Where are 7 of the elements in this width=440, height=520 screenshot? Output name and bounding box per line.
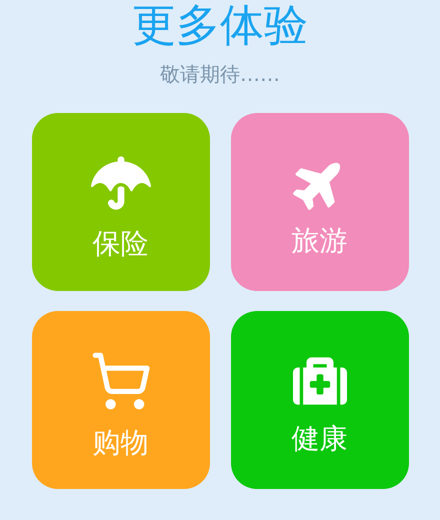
page-subtitle: 敬请期待…… bbox=[160, 61, 280, 88]
feature-tile[interactable]: 健康 bbox=[230, 311, 408, 489]
page-title: 更多体验 bbox=[132, 0, 308, 52]
cart-icon bbox=[90, 350, 152, 412]
feature-tile[interactable]: 旅游 bbox=[230, 113, 408, 291]
feature-tile[interactable]: 保险 bbox=[32, 113, 210, 291]
feature-tile[interactable]: 购物 bbox=[32, 311, 210, 489]
